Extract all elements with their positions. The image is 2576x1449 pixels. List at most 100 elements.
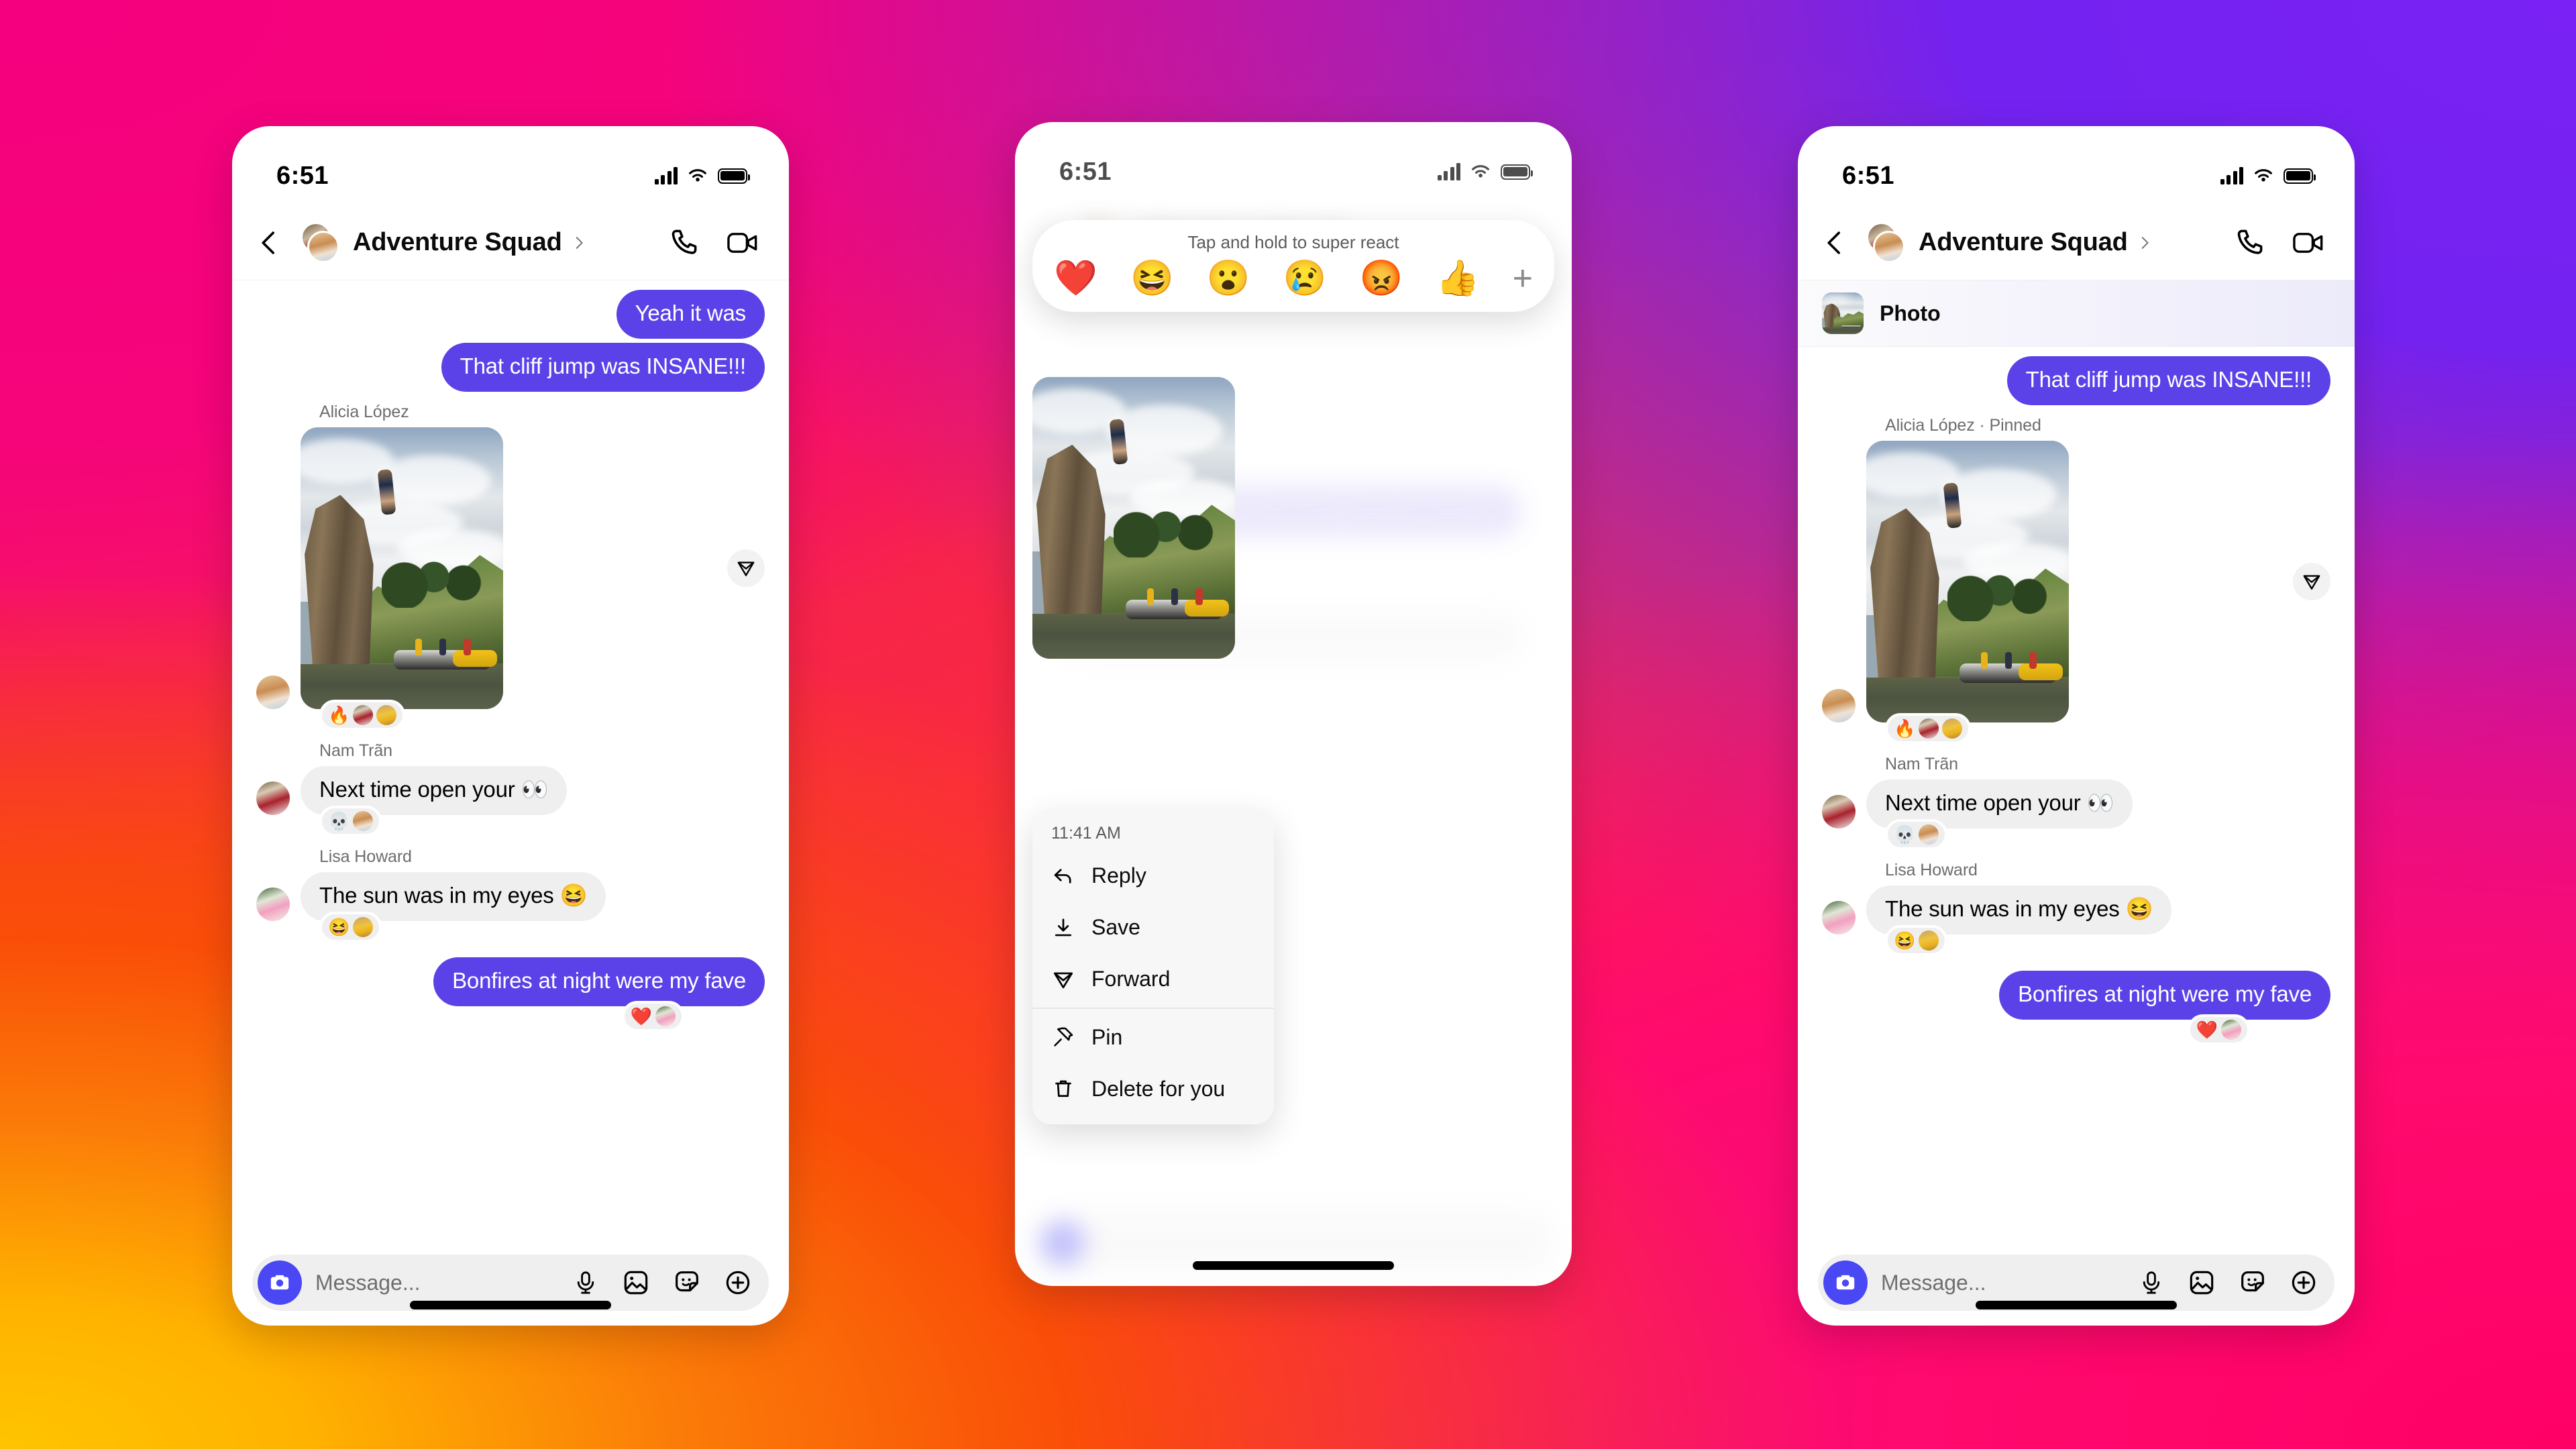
reaction-row[interactable]: ❤️ xyxy=(256,1000,765,1032)
message-row[interactable]: Yeah it was xyxy=(256,290,765,339)
focused-photo[interactable] xyxy=(1032,377,1235,659)
message-row[interactable]: That cliff jump was INSANE!!! xyxy=(256,342,765,392)
photo-image[interactable] xyxy=(1866,440,2069,722)
reaction-pill[interactable]: 💀 xyxy=(1885,818,1948,850)
message-row[interactable]: That cliff jump was INSANE!!! xyxy=(1822,356,2330,405)
sticker-icon[interactable] xyxy=(674,1269,700,1296)
chevron-right-icon xyxy=(576,236,583,249)
home-indicator xyxy=(410,1301,611,1309)
avatar xyxy=(1822,688,1856,722)
status-clock: 6:51 xyxy=(1842,161,1895,190)
page-title[interactable]: Adventure Squad xyxy=(353,228,562,257)
reaction-emoji: 💀 xyxy=(328,810,350,831)
avatar xyxy=(1873,230,1905,263)
reaction-emoji: 😆 xyxy=(1894,930,1916,951)
reaction-row[interactable]: 💀 xyxy=(1822,818,2330,850)
reaction-emoji: 🔥 xyxy=(1894,718,1916,739)
menu-item-pin[interactable]: Pin xyxy=(1032,1012,1274,1063)
plus-icon[interactable]: + xyxy=(1513,261,1533,296)
menu-item-forward[interactable]: Forward xyxy=(1032,953,1274,1005)
plus-circle-icon[interactable] xyxy=(2290,1269,2317,1296)
sticker-icon[interactable] xyxy=(2239,1269,2266,1296)
page-title[interactable]: Adventure Squad xyxy=(1919,228,2128,257)
wifi-icon xyxy=(2255,169,2272,182)
phone-call-icon[interactable] xyxy=(668,227,699,258)
message-input[interactable]: Message... xyxy=(315,1271,573,1295)
reaction-row[interactable]: 🔥 xyxy=(256,699,765,731)
reaction-option-heart[interactable]: ❤️ xyxy=(1054,261,1097,296)
signal-bars-icon xyxy=(2220,167,2243,184)
camera-button[interactable] xyxy=(1823,1260,1868,1305)
image-icon[interactable] xyxy=(2188,1269,2215,1296)
menu-item-reply[interactable]: Reply xyxy=(1032,850,1274,902)
message-bubble[interactable]: Bonfires at night were my fave xyxy=(1999,970,2330,1020)
message-row[interactable]: Bonfires at night were my fave xyxy=(256,957,765,1006)
pinned-message-banner[interactable]: Photo xyxy=(1798,280,2355,347)
photo-attachment[interactable] xyxy=(1866,440,2069,722)
photo-image[interactable] xyxy=(301,427,503,709)
reaction-pill[interactable]: 💀 xyxy=(319,805,382,837)
message-bubble[interactable]: Bonfires at night were my fave xyxy=(433,957,765,1006)
message-bubble[interactable]: Yeah it was xyxy=(616,290,765,339)
microphone-icon[interactable] xyxy=(2139,1269,2164,1296)
reaction-row[interactable]: ❤️ xyxy=(1822,1014,2330,1045)
reaction-pill[interactable]: ❤️ xyxy=(2187,1014,2250,1045)
message-bubble[interactable]: That cliff jump was INSANE!!! xyxy=(2006,356,2330,405)
reaction-pill[interactable]: 🔥 xyxy=(319,699,406,731)
reaction-row[interactable]: 🔥 xyxy=(1822,712,2330,744)
message-row[interactable] xyxy=(256,427,765,709)
reaction-option-wow[interactable]: 😮 xyxy=(1207,261,1250,296)
camera-button[interactable] xyxy=(258,1260,302,1305)
composer[interactable]: Message... xyxy=(232,1240,789,1326)
reaction-option-sad[interactable]: 😢 xyxy=(1283,261,1327,296)
video-camera-icon[interactable] xyxy=(2292,227,2325,258)
reaction-pill[interactable]: 😆 xyxy=(1885,924,1948,956)
phone-call-icon[interactable] xyxy=(2234,227,2265,258)
menu-item-save[interactable]: Save xyxy=(1032,902,1274,953)
composer[interactable]: Message... xyxy=(1798,1240,2355,1326)
reaction-pill[interactable]: 😆 xyxy=(319,911,382,943)
sender-name: Nam Trãn xyxy=(319,741,392,760)
message-row[interactable]: Bonfires at night were my fave xyxy=(1822,970,2330,1020)
message-list[interactable]: Yeah it was That cliff jump was INSANE!!… xyxy=(232,280,789,1240)
reaction-option-thumbsup[interactable]: 👍 xyxy=(1436,261,1480,296)
menu-divider xyxy=(1032,1008,1274,1009)
message-context-menu[interactable]: 11:41 AM Reply Save Forward Pin Delete f… xyxy=(1032,809,1274,1124)
reaction-option-angry[interactable]: 😡 xyxy=(1360,261,1403,296)
reaction-row[interactable]: 😆 xyxy=(256,911,765,943)
menu-item-delete[interactable]: Delete for you xyxy=(1032,1063,1274,1115)
pinned-label: Photo xyxy=(1880,301,1941,325)
reaction-emoji: 🔥 xyxy=(328,704,350,725)
reactor-avatar xyxy=(1919,930,1939,951)
reaction-row[interactable]: 💀 xyxy=(256,805,765,837)
forward-paper-plane-icon xyxy=(1051,967,1075,991)
wifi-icon xyxy=(689,169,706,182)
group-avatar[interactable] xyxy=(1858,221,1908,264)
reaction-picker[interactable]: Tap and hold to super react ❤️ 😆 😮 😢 😡 👍… xyxy=(1032,220,1554,312)
chevron-left-icon[interactable] xyxy=(1821,229,1849,257)
avatar xyxy=(307,230,339,263)
group-avatar[interactable] xyxy=(292,221,342,264)
message-list[interactable]: That cliff jump was INSANE!!! Alicia Lóp… xyxy=(1798,347,2355,1240)
download-icon xyxy=(1051,916,1075,940)
message-bubble[interactable]: That cliff jump was INSANE!!! xyxy=(441,342,765,392)
reaction-pill[interactable]: 🔥 xyxy=(1885,712,1972,744)
plus-circle-icon[interactable] xyxy=(724,1269,751,1296)
reaction-hint: Tap and hold to super react xyxy=(1187,232,1399,252)
forward-button[interactable] xyxy=(2293,562,2330,600)
photo-thumbnail xyxy=(1822,292,1864,334)
reactor-avatar xyxy=(1919,824,1939,845)
microphone-icon[interactable] xyxy=(573,1269,598,1296)
status-icons xyxy=(2220,167,2316,184)
photo-attachment[interactable] xyxy=(301,427,503,709)
video-camera-icon[interactable] xyxy=(726,227,759,258)
chevron-left-icon[interactable] xyxy=(255,229,283,257)
reaction-option-laugh[interactable]: 😆 xyxy=(1130,261,1174,296)
message-input[interactable]: Message... xyxy=(1881,1271,2139,1295)
reaction-pill[interactable]: ❤️ xyxy=(621,1000,684,1032)
forward-button[interactable] xyxy=(727,549,765,587)
phone-mockup-1: 6:51 Adventure Squad Yeah it was That cl… xyxy=(232,126,789,1326)
message-row[interactable] xyxy=(1822,440,2330,722)
reaction-row[interactable]: 😆 xyxy=(1822,924,2330,956)
image-icon[interactable] xyxy=(623,1269,649,1296)
